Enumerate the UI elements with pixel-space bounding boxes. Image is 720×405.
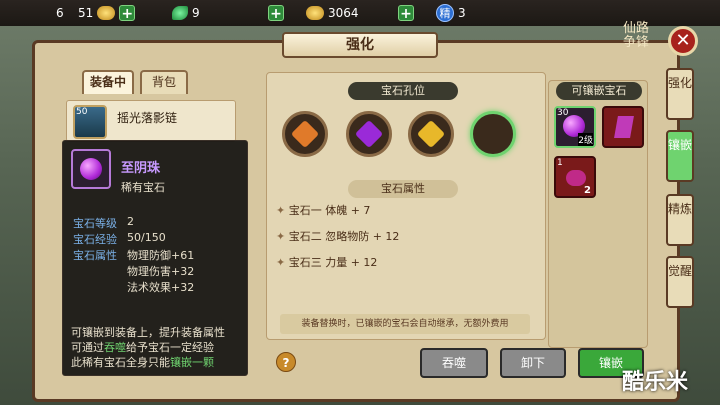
holes-header: 宝石孔位	[348, 82, 458, 100]
stat-row: 宝石属性 物理防御+61	[73, 249, 195, 262]
gem-name: 至阴珠	[121, 161, 161, 176]
help-button[interactable]: ?	[276, 352, 296, 372]
gold-value: 51	[78, 6, 94, 20]
gem-card[interactable]: 30 2级	[554, 106, 596, 148]
tab-enhance[interactable]: 强化	[666, 68, 694, 120]
gem-description: 可镶嵌到装备上，提升装备属性 可通过吞噬给予宝石一定经验 此稀有宝石全身只能镶嵌…	[71, 326, 225, 369]
logo-line-1: 仙路	[622, 21, 649, 36]
leaf-value: 9	[192, 6, 200, 20]
purple-crystal-icon	[614, 116, 634, 138]
yellow-gem-icon	[416, 119, 446, 149]
add-gold-button[interactable]: +	[119, 5, 136, 22]
gem-attribute-row: ✦ 宝石三 力量 + 12	[276, 256, 378, 269]
game-logo: 仙路 争锋	[608, 22, 664, 56]
equipment-name: 摇光落影链	[117, 111, 178, 125]
jing-value: 3	[458, 6, 466, 20]
coin-icon	[306, 6, 324, 20]
gem-card[interactable]	[602, 106, 644, 148]
necklace-icon: 50	[73, 105, 107, 139]
add-coin-button[interactable]: +	[398, 5, 414, 22]
stat-row: 宝石等级 2	[73, 215, 134, 230]
tab-bag[interactable]: 背包	[140, 70, 188, 94]
gem-info-panel: 至阴珠 稀有宝石 宝石等级 2 宝石经验 50/150 宝石属性 物理防御+61 物理…	[62, 140, 248, 376]
close-button[interactable]: ✕	[668, 26, 698, 56]
gem-attribute-row: ✦ 宝石一 体魄 + 7	[276, 204, 371, 217]
gem-slot-4-empty[interactable]	[470, 111, 516, 157]
jade-icon	[172, 6, 188, 20]
gem-icon	[71, 149, 111, 189]
equipment-level: 50	[76, 107, 88, 117]
attr-header: 宝石属性	[348, 180, 458, 198]
purple-gem-icon	[354, 119, 384, 149]
orange-gem-icon	[290, 119, 320, 149]
pink-gem-icon	[566, 170, 586, 186]
watermark: 酷乐米	[622, 370, 689, 395]
level-value: 6	[56, 6, 64, 20]
inherit-note: 装备替换时，已镶嵌的宝石会自动继承，无额外费用	[280, 314, 530, 334]
gem-slot-3[interactable]	[408, 111, 454, 157]
level-display: 6	[56, 3, 64, 23]
tab-equipped[interactable]: 装备中	[82, 70, 134, 94]
coin-resource: + 3064	[268, 3, 359, 23]
gold-ingot-icon	[97, 6, 116, 20]
available-gems-header: 可镶嵌宝石	[556, 82, 642, 100]
jing-icon: 精	[436, 4, 454, 22]
equipment-item[interactable]: 50 摇光落影链	[66, 100, 236, 142]
coin-value: 3064	[328, 6, 359, 20]
gem-attribute-row: ✦ 宝石二 忽略物防 + 12	[276, 230, 400, 243]
add-jade-button[interactable]: +	[268, 5, 284, 22]
stat-value: 法术效果+32	[127, 281, 195, 294]
logo-line-2: 争锋	[622, 35, 649, 50]
tab-refine[interactable]: 精炼	[666, 194, 694, 246]
gem-slot-1[interactable]	[282, 111, 328, 157]
gold-resource: 51 +	[78, 3, 136, 23]
window-title: 强化	[282, 32, 438, 58]
stat-value: 物理伤害+32	[127, 265, 195, 278]
tab-inlay[interactable]: 镶嵌	[666, 130, 694, 182]
leaf-resource: 9	[172, 3, 200, 23]
stat-row: 宝石经验 50/150	[73, 231, 166, 246]
gem-rarity: 稀有宝石	[121, 181, 165, 194]
gem-slot-2[interactable]	[346, 111, 392, 157]
tab-awaken[interactable]: 觉醒	[666, 256, 694, 308]
gem-card[interactable]: 1 2	[554, 156, 596, 198]
devour-button[interactable]: 吞噬	[420, 348, 488, 378]
remove-button[interactable]: 卸下	[500, 348, 566, 378]
jing-resource: + 精 3	[398, 3, 466, 23]
purple-gem-icon	[80, 158, 102, 180]
